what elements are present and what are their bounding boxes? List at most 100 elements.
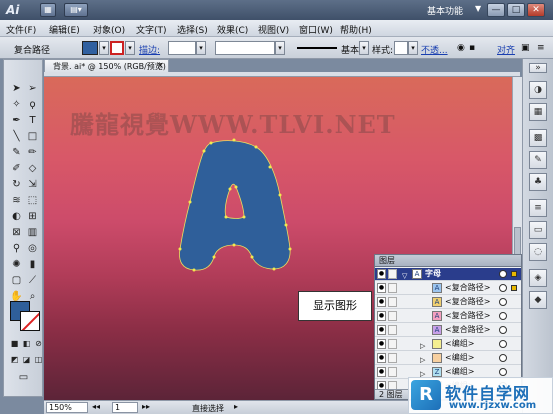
lock-toggle[interactable] bbox=[388, 339, 397, 349]
menu-file[interactable]: 文件(F) bbox=[6, 23, 36, 36]
target-circle-icon[interactable] bbox=[499, 368, 507, 376]
maximize-button[interactable]: □ bbox=[507, 3, 525, 17]
collapse-dock-icon[interactable]: » bbox=[529, 63, 547, 73]
opacity-link[interactable]: 不透... bbox=[421, 43, 448, 56]
fill-dropdown-arrow[interactable]: ▾ bbox=[99, 41, 109, 55]
lock-toggle[interactable] bbox=[388, 353, 397, 363]
menu-object[interactable]: 对象(O) bbox=[93, 23, 125, 36]
rectangle-tool-icon[interactable]: □ bbox=[25, 129, 40, 144]
lock-toggle[interactable] bbox=[388, 367, 397, 377]
menu-view[interactable]: 视图(V) bbox=[258, 23, 289, 36]
zoom-field[interactable]: 150% bbox=[46, 402, 88, 413]
target-circle-icon[interactable] bbox=[499, 354, 507, 362]
disclosure-triangle-icon[interactable]: ▽ bbox=[402, 270, 407, 282]
variable-width-arrow[interactable]: ▾ bbox=[275, 41, 285, 55]
next-page-icon[interactable]: ▸▸ bbox=[142, 402, 150, 411]
layer-row-top[interactable]: ● ▽ A 字母 bbox=[375, 268, 521, 281]
close-button[interactable]: ✕ bbox=[527, 3, 545, 17]
status-menu-arrow[interactable]: ▸ bbox=[234, 402, 238, 411]
selection-indicator-icon[interactable] bbox=[511, 285, 517, 291]
lock-toggle[interactable] bbox=[388, 325, 397, 335]
direct-selection-tool-icon[interactable]: ➢ bbox=[25, 81, 40, 96]
minimize-button[interactable]: — bbox=[487, 3, 505, 17]
eraser-tool-icon[interactable]: ◇ bbox=[25, 161, 40, 176]
target-circle-icon[interactable] bbox=[499, 284, 507, 292]
menu-help[interactable]: 帮助(H) bbox=[340, 23, 372, 36]
target-circle-icon[interactable] bbox=[499, 298, 507, 306]
visibility-eye-icon[interactable]: ● bbox=[377, 339, 386, 349]
menu-window[interactable]: 窗口(W) bbox=[299, 23, 333, 36]
warp-tool-icon[interactable]: ≋ bbox=[9, 193, 24, 208]
paintbrush-tool-icon[interactable]: ✎ bbox=[9, 145, 24, 160]
panel-menu-icon[interactable]: ≡ bbox=[537, 43, 545, 53]
blend-tool-icon[interactable]: ◎ bbox=[25, 241, 40, 256]
graph-tool-icon[interactable]: ▮ bbox=[25, 257, 40, 272]
stroke-dropdown-arrow[interactable]: ▾ bbox=[125, 41, 135, 55]
fill-swatch[interactable] bbox=[82, 41, 98, 55]
bridge-button[interactable]: ▦ bbox=[40, 3, 56, 17]
menu-type[interactable]: 文字(T) bbox=[136, 23, 167, 36]
swatches-panel-icon[interactable]: ▩ bbox=[529, 129, 547, 147]
selection-tool-icon[interactable]: ➤ bbox=[9, 81, 24, 96]
stroke-weight-field[interactable] bbox=[168, 41, 196, 55]
free-transform-tool-icon[interactable]: ⬚ bbox=[25, 193, 40, 208]
brush-dropdown-arrow[interactable]: ▾ bbox=[359, 41, 369, 55]
symbol-sprayer-tool-icon[interactable]: ✺ bbox=[9, 257, 24, 272]
workspace-switcher[interactable]: 基本功能 bbox=[427, 4, 463, 17]
first-page-icon[interactable]: ◂◂ bbox=[92, 402, 100, 411]
visibility-eye-icon[interactable]: ● bbox=[377, 353, 386, 363]
eyedropper-tool-icon[interactable]: ⚲ bbox=[9, 241, 24, 256]
color-guide-icon[interactable]: ▦ bbox=[529, 103, 547, 121]
visibility-eye-icon[interactable]: ● bbox=[377, 297, 386, 307]
screen-mode-icon[interactable]: ▭ bbox=[16, 370, 31, 385]
isolate-icon[interactable]: ▪ bbox=[469, 43, 475, 53]
menu-select[interactable]: 选择(S) bbox=[177, 23, 208, 36]
perspective-grid-tool-icon[interactable]: ⊞ bbox=[25, 209, 40, 224]
target-circle-icon[interactable] bbox=[499, 340, 507, 348]
type-tool-icon[interactable]: T bbox=[25, 113, 40, 128]
layer-row[interactable]: ● A <复合路径> bbox=[375, 296, 521, 309]
target-circle-icon[interactable] bbox=[499, 326, 507, 334]
menu-edit[interactable]: 编辑(E) bbox=[49, 23, 80, 36]
disclosure-triangle-icon[interactable]: ▷ bbox=[420, 354, 425, 366]
lasso-tool-icon[interactable]: ϙ bbox=[25, 97, 40, 112]
mesh-tool-icon[interactable]: ⊠ bbox=[9, 225, 24, 240]
pen-tool-icon[interactable]: ✒ bbox=[9, 113, 24, 128]
stroke-panel-link[interactable]: 描边: bbox=[139, 43, 160, 56]
stroke-swatch[interactable] bbox=[110, 41, 124, 55]
disclosure-triangle-icon[interactable]: ▷ bbox=[420, 340, 425, 352]
layers-panel-icon[interactable]: ◆ bbox=[529, 291, 547, 309]
pencil-tool-icon[interactable]: ✏ bbox=[25, 145, 40, 160]
line-tool-icon[interactable]: ╲ bbox=[9, 129, 24, 144]
arrange-documents-button[interactable]: ▤▾ bbox=[64, 3, 88, 17]
align-link[interactable]: 对齐 bbox=[497, 43, 515, 56]
visibility-eye-icon[interactable]: ● bbox=[377, 325, 386, 335]
slice-tool-icon[interactable]: ⟋ bbox=[25, 273, 40, 288]
gradient-tool-icon[interactable]: ▥ bbox=[25, 225, 40, 240]
recolor-icon[interactable]: ◉ bbox=[457, 43, 465, 53]
graphic-style-swatch[interactable] bbox=[394, 41, 408, 55]
magic-wand-tool-icon[interactable]: ✧ bbox=[9, 97, 24, 112]
layer-row[interactable]: ● A <复合路径> bbox=[375, 324, 521, 337]
transparency-panel-icon[interactable]: ◌ bbox=[529, 243, 547, 261]
visibility-eye-icon[interactable]: ● bbox=[377, 311, 386, 321]
stroke-weight-arrow[interactable]: ▾ bbox=[196, 41, 206, 55]
layer-row[interactable]: ● A <复合路径> bbox=[375, 310, 521, 323]
menu-effect[interactable]: 效果(C) bbox=[217, 23, 248, 36]
selection-indicator-icon[interactable] bbox=[511, 271, 517, 277]
layer-row[interactable]: ● ▷ <编组> bbox=[375, 338, 521, 351]
visibility-eye-icon[interactable]: ● bbox=[377, 269, 386, 279]
lock-toggle[interactable] bbox=[388, 283, 397, 293]
layer-row[interactable]: ● A <复合路径> bbox=[375, 282, 521, 295]
color-panel-icon[interactable]: ◑ bbox=[529, 81, 547, 99]
artboard-tool-icon[interactable]: ▢ bbox=[9, 273, 24, 288]
scale-tool-icon[interactable]: ⇲ bbox=[25, 177, 40, 192]
stroke-color-box[interactable] bbox=[20, 311, 40, 331]
visibility-eye-icon[interactable]: ● bbox=[377, 367, 386, 377]
artboard-number-field[interactable]: 1 bbox=[112, 402, 138, 413]
lock-toggle[interactable] bbox=[388, 269, 397, 279]
shape-builder-tool-icon[interactable]: ◐ bbox=[9, 209, 24, 224]
appearance-panel-icon[interactable]: ◈ bbox=[529, 269, 547, 287]
layer-row[interactable]: ● ▷ <编组> bbox=[375, 352, 521, 365]
document-tab[interactable]: 背景. ai* @ 150% (RGB/预览) × bbox=[44, 59, 169, 73]
